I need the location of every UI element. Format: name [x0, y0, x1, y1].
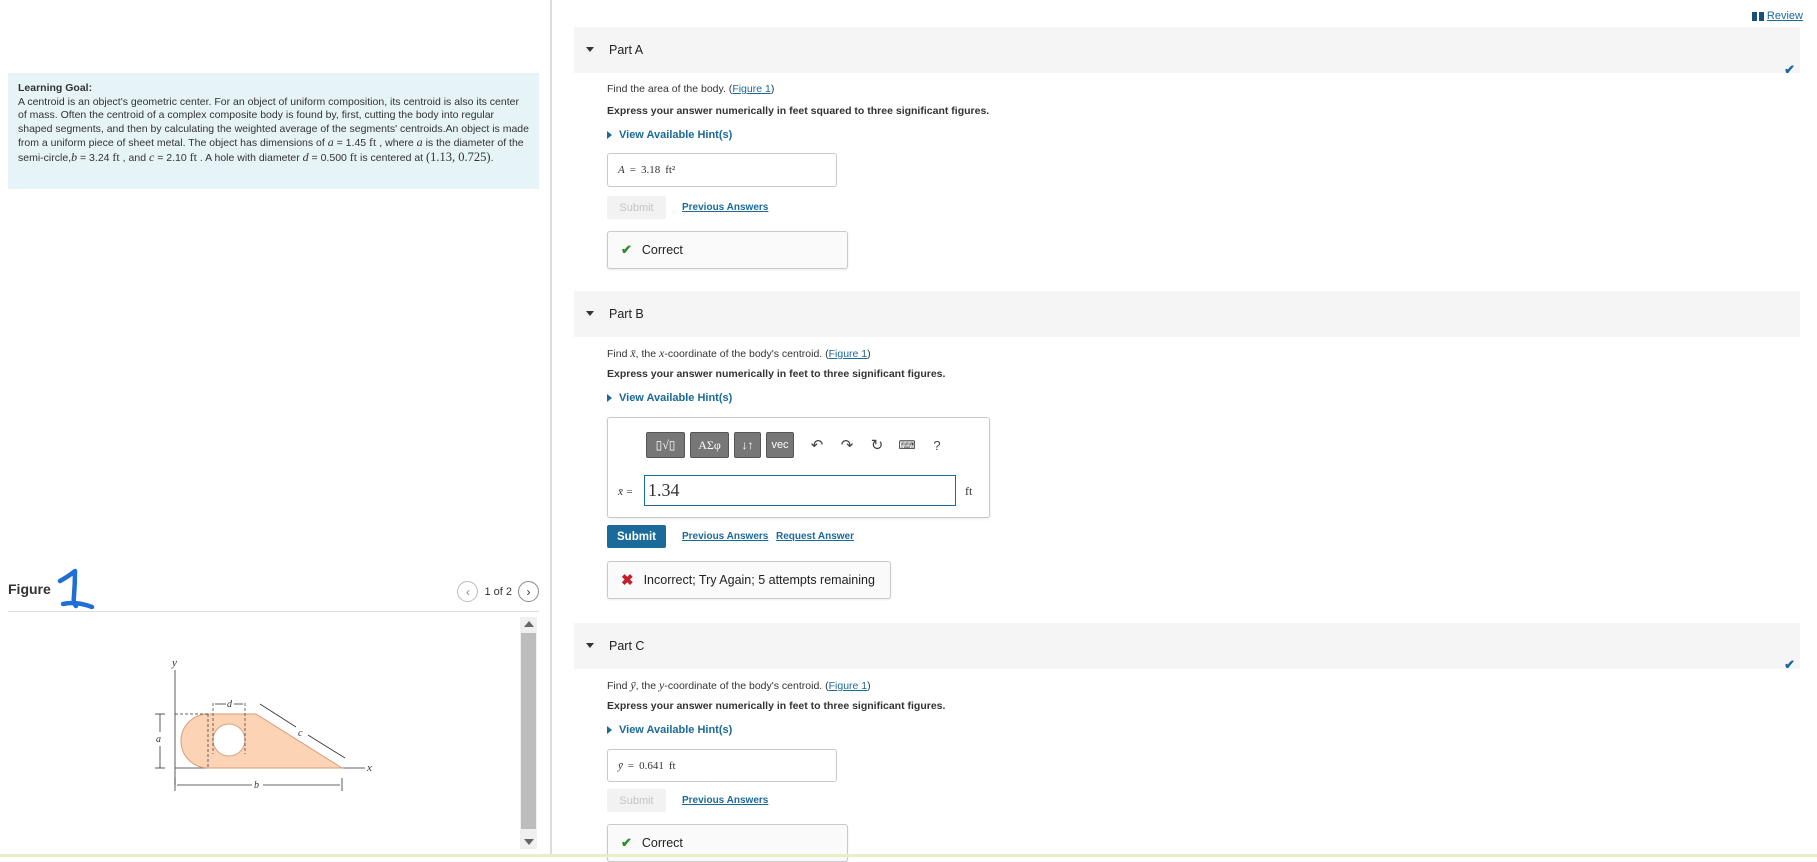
check-icon: ✔ [1784, 657, 1795, 672]
part-b-submit-button[interactable]: Submit [607, 525, 666, 548]
templates-button[interactable]: ▯√▯ [646, 432, 685, 458]
learning-goal: Learning Goal: A centroid is an object's… [8, 73, 539, 189]
handwritten-one-annotation: 1 [52, 568, 95, 610]
b-label: b [254, 780, 259, 791]
undo-icon[interactable]: ↶ [805, 436, 829, 454]
caret-down-icon [586, 643, 594, 648]
symbols-button[interactable]: ΑΣφ [690, 432, 729, 458]
chevron-right-icon[interactable]: › [518, 581, 539, 602]
part-c-instructions: Express your answer numerically in feet … [607, 700, 946, 712]
reset-icon[interactable]: ↻ [865, 436, 889, 454]
part-a-title: Part A [609, 43, 644, 57]
part-c-question: Find ȳ, the y-coordinate of the body's c… [607, 678, 871, 692]
figure-pager: ‹ 1 of 2 › [457, 581, 539, 602]
part-a-hint-toggle[interactable]: View Available Hint(s) [607, 129, 732, 141]
figure-scrollbar[interactable] [520, 617, 537, 849]
part-a-answer: A = 3.18 ft² [607, 153, 837, 187]
scroll-up-icon[interactable] [524, 621, 534, 627]
caret-down-icon [586, 47, 594, 52]
part-c-previous-answers-link[interactable]: Previous Answers [682, 795, 768, 806]
learning-goal-text: A centroid is an object's geometric cent… [18, 95, 529, 164]
y-axis-label: y [171, 657, 177, 669]
book-icon [1751, 11, 1764, 21]
check-icon: ✔ [1784, 62, 1795, 77]
part-a-question: Find the area of the body. (Figure 1) [607, 83, 775, 95]
learning-goal-title: Learning Goal: [18, 82, 93, 94]
part-b-math-editor: ▯√▯ ΑΣφ ↓↑ vec ↶ ↷ ↻ ⌨ ? x̄ = 1.34 ft [607, 417, 990, 518]
redo-icon[interactable]: ↷ [835, 436, 859, 454]
help-button[interactable]: ? [925, 438, 949, 453]
part-a-header[interactable]: Part A [574, 27, 1800, 73]
caret-right-icon [607, 726, 612, 734]
x-bar-input[interactable]: 1.34 [644, 475, 956, 506]
a-label: a [156, 734, 161, 745]
x-axis-label: x [366, 762, 372, 774]
figure-diagram: y x d a b c [155, 657, 372, 791]
part-b-question: Find x̄, the x-coordinate of the body's … [607, 346, 871, 360]
right-panel: Review Part A ✔ Find the area of the bod… [560, 0, 1817, 862]
part-a-submit-button[interactable]: Submit [607, 196, 666, 219]
check-icon: ✔ [621, 242, 632, 257]
scroll-thumb[interactable] [521, 633, 536, 829]
pager-text: 1 of 2 [484, 585, 512, 598]
part-b-request-answer-link[interactable]: Request Answer [776, 531, 854, 542]
part-c-hint-toggle[interactable]: View Available Hint(s) [607, 724, 732, 736]
d-label: d [227, 699, 233, 710]
part-c-answer: ȳ = 0.641 ft [607, 749, 837, 782]
caret-down-icon [586, 311, 594, 316]
part-a-previous-answers-link[interactable]: Previous Answers [682, 202, 768, 213]
keyboard-icon[interactable]: ⌨ [895, 438, 919, 452]
editor-toolbar: ▯√▯ ΑΣφ ↓↑ vec ↶ ↷ ↻ ⌨ ? [646, 432, 949, 458]
part-c-header[interactable]: Part C [574, 623, 1800, 669]
panel-divider[interactable] [550, 0, 552, 857]
arrows-button[interactable]: ↓↑ [734, 432, 761, 458]
x-icon: ✖ [621, 572, 634, 589]
chevron-left-icon[interactable]: ‹ [457, 581, 479, 602]
figure-header: Figure 1 ‹ 1 of 2 › [8, 568, 539, 612]
part-b-header[interactable]: Part B [574, 291, 1800, 337]
scrawl-text: 1 [52, 568, 53, 569]
left-panel: Learning Goal: A centroid is an object's… [0, 0, 550, 857]
part-b-instructions: Express your answer numerically in feet … [607, 368, 946, 380]
check-icon: ✔ [621, 835, 632, 850]
caret-right-icon [607, 131, 612, 139]
review-link[interactable]: Review [1751, 10, 1803, 22]
part-b-feedback: ✖ Incorrect; Try Again; 5 attempts remain… [607, 561, 891, 599]
hole [212, 723, 246, 757]
vec-button[interactable]: vec [766, 432, 794, 458]
figure-link[interactable]: Figure 1 [732, 83, 771, 95]
part-b-title: Part B [609, 307, 644, 321]
part-c-title: Part C [609, 639, 645, 653]
caret-right-icon [607, 394, 612, 402]
c-label: c [298, 728, 303, 739]
figure-link[interactable]: Figure 1 [829, 680, 868, 692]
part-b-previous-answers-link[interactable]: Previous Answers [682, 531, 768, 542]
part-c-submit-button[interactable]: Submit [607, 789, 666, 812]
figure-link[interactable]: Figure 1 [829, 348, 868, 360]
figure-title: Figure [8, 581, 51, 597]
part-a-feedback: ✔ Correct [607, 231, 848, 269]
x-bar-label: x̄ = [618, 486, 634, 498]
unit-label: ft [965, 484, 973, 498]
part-b-hint-toggle[interactable]: View Available Hint(s) [607, 392, 732, 404]
part-a-instructions: Express your answer numerically in feet … [607, 105, 990, 117]
scroll-down-icon[interactable] [524, 839, 534, 845]
